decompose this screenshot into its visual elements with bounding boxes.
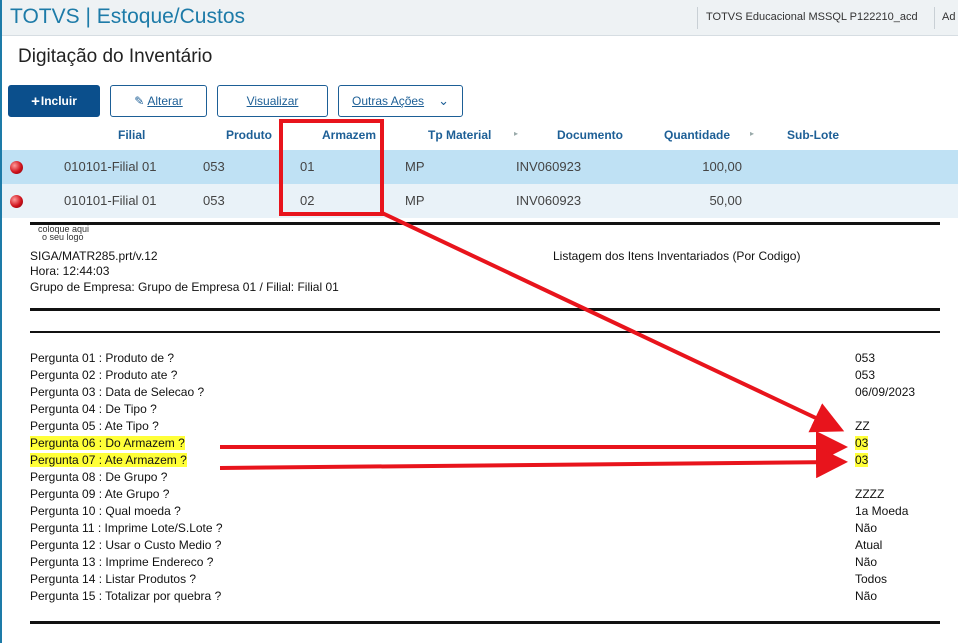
- report-divider: [30, 621, 940, 624]
- report-param-value: Não: [855, 521, 878, 535]
- report-divider: [30, 308, 940, 311]
- report-param-value: 03: [855, 436, 869, 450]
- cell-documento: INV060923: [516, 159, 582, 174]
- cell-produto: 053: [203, 159, 225, 174]
- grid-header: Filial Produto Armazem Tp Material ▸ Doc…: [2, 118, 958, 150]
- cell-filial: 010101-Filial 01: [64, 159, 157, 174]
- title-separator: [934, 7, 935, 29]
- report-param-value: ZZ: [855, 419, 870, 433]
- cell-tp-material: MP: [405, 193, 425, 208]
- pencil-icon: ✎: [134, 94, 145, 108]
- cell-quantidade: 100,00: [702, 159, 742, 174]
- chevron-down-icon: ⌄: [438, 93, 449, 108]
- title-bar: TOTVS | Estoque/Custos TOTVS Educacional…: [2, 0, 958, 36]
- report-param-label: Pergunta 12 : Usar o Custo Medio ?: [30, 538, 222, 552]
- report-param-value: 03: [855, 453, 869, 467]
- report-param-value: 053: [855, 368, 876, 382]
- report-param-value: 053: [855, 351, 876, 365]
- report-program: SIGA/MATR285.prt/v.12: [30, 249, 158, 263]
- report-param-label: Pergunta 11 : Imprime Lote/S.Lote ?: [30, 521, 223, 535]
- report-param-value: 06/09/2023: [855, 385, 916, 399]
- cell-quantidade: 50,00: [709, 193, 742, 208]
- report-param-value: Todos: [855, 572, 888, 586]
- report-divider: [30, 222, 940, 225]
- column-header-filial[interactable]: Filial: [118, 128, 145, 142]
- sort-arrow-icon: ▸: [750, 129, 755, 138]
- app-window: TOTVS | Estoque/Custos TOTVS Educacional…: [0, 0, 958, 643]
- column-header-quantidade[interactable]: Quantidade: [664, 128, 730, 142]
- report-preview: coloque aqui o seu logo SIGA/MATR285.prt…: [2, 218, 958, 643]
- report-param-value: Não: [855, 589, 878, 603]
- report-company: Grupo de Empresa: Grupo de Empresa 01 / …: [30, 280, 339, 294]
- cell-filial: 010101-Filial 01: [64, 193, 157, 208]
- cell-armazem: 01: [300, 159, 315, 174]
- title-separator: [697, 7, 698, 29]
- logo-line-2: o seu logo: [42, 232, 84, 242]
- report-divider: [30, 331, 940, 333]
- cell-documento: INV060923: [516, 193, 582, 208]
- report-param-value: ZZZZ: [855, 487, 885, 501]
- report-param-label: Pergunta 09 : Ate Grupo ?: [30, 487, 170, 501]
- report-param-label: Pergunta 01 : Produto de ?: [30, 351, 175, 365]
- sort-arrow-icon: ▸: [514, 129, 519, 138]
- cell-armazem: 02: [300, 193, 315, 208]
- report-param-label: Pergunta 10 : Qual moeda ?: [30, 504, 181, 518]
- table-row[interactable]: 010101-Filial 01 053 01 MP INV060923 100…: [2, 150, 958, 184]
- view-label: Visualizar: [246, 94, 299, 108]
- cell-tp-material: MP: [405, 159, 425, 174]
- include-button[interactable]: + Incluir: [8, 85, 100, 117]
- column-header-documento[interactable]: Documento: [557, 128, 623, 142]
- report-param-label: Pergunta 02 : Produto ate ?: [30, 368, 178, 382]
- column-header-armazem[interactable]: Armazem: [322, 128, 376, 142]
- red-status-icon: [10, 195, 23, 208]
- plus-icon: +: [31, 92, 40, 110]
- report-param-label: Pergunta 07 : Ate Armazem ?: [30, 453, 187, 467]
- column-header-tp-material[interactable]: Tp Material: [428, 128, 491, 142]
- report-param-label: Pergunta 03 : Data de Selecao ?: [30, 385, 205, 399]
- column-header-produto[interactable]: Produto: [226, 128, 272, 142]
- report-param-label: Pergunta 05 : Ate Tipo ?: [30, 419, 159, 433]
- page-title: Digitação do Inventário: [18, 46, 213, 67]
- report-param-value: Não: [855, 555, 878, 569]
- report-param-value: 1a Moeda: [855, 504, 909, 518]
- cell-produto: 053: [203, 193, 225, 208]
- edit-label: Alterar: [147, 94, 183, 108]
- report-param-label: Pergunta 14 : Listar Produtos ?: [30, 572, 197, 586]
- report-param-label: Pergunta 06 : Do Armazem ?: [30, 436, 185, 450]
- column-header-sub-lote[interactable]: Sub-Lote: [787, 128, 839, 142]
- edit-button[interactable]: ✎ Alterar: [110, 85, 207, 117]
- report-param-label: Pergunta 13 : Imprime Endereco ?: [30, 555, 214, 569]
- report-param-label: Pergunta 04 : De Tipo ?: [30, 402, 157, 416]
- report-param-label: Pergunta 15 : Totalizar por quebra ?: [30, 589, 222, 603]
- table-row[interactable]: 010101-Filial 01 053 02 MP INV060923 50,…: [2, 184, 958, 218]
- report-param-label: Pergunta 08 : De Grupo ?: [30, 470, 168, 484]
- user-menu[interactable]: Ad: [942, 11, 955, 23]
- report-logo: coloque aqui o seu logo: [38, 225, 89, 242]
- more-actions-label: Outras Ações: [352, 94, 425, 108]
- environment-label: TOTVS Educacional MSSQL P122210_acd: [706, 11, 918, 23]
- include-label: Incluir: [40, 94, 77, 108]
- report-param-value: Atual: [855, 538, 883, 552]
- app-title: TOTVS | Estoque/Custos: [10, 5, 245, 28]
- more-actions-button[interactable]: Outras Ações ⌄: [338, 85, 463, 117]
- report-time: Hora: 12:44:03: [30, 264, 110, 278]
- report-title: Listagem dos Itens Inventariados (Por Co…: [553, 249, 801, 263]
- view-button[interactable]: Visualizar: [217, 85, 328, 117]
- red-status-icon: [10, 161, 23, 174]
